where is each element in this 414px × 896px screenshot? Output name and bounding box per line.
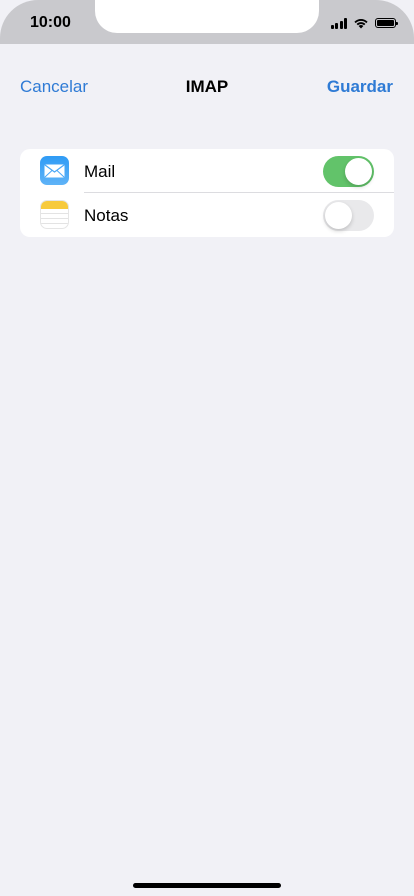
mail-toggle[interactable] (323, 156, 374, 187)
battery-icon (375, 18, 398, 28)
toggle-knob (325, 202, 352, 229)
notes-toggle[interactable] (323, 200, 374, 231)
notes-icon (40, 200, 69, 229)
wifi-icon (354, 19, 368, 29)
mail-icon (40, 156, 69, 185)
setting-row-notes: Notas (20, 193, 394, 237)
signal-icon (330, 17, 347, 29)
setting-label-mail: Mail (84, 162, 116, 181)
settings-group: Mail Notas (20, 149, 394, 237)
notch (95, 0, 319, 33)
toggle-knob (345, 158, 372, 185)
imap-sheet: Cancelar IMAP Guardar Mail Notas (0, 57, 414, 896)
home-indicator[interactable] (133, 883, 281, 888)
setting-label-notes: Notas (84, 206, 129, 225)
status-icons (330, 16, 398, 30)
status-bar: 10:00 (0, 0, 414, 44)
status-time: 10:00 (30, 14, 71, 31)
save-button[interactable]: Guardar (327, 77, 393, 97)
setting-row-mail: Mail (20, 149, 394, 193)
phone-screen: 10:00 Cancelar IMAP Guardar Mail Notas (0, 0, 414, 896)
